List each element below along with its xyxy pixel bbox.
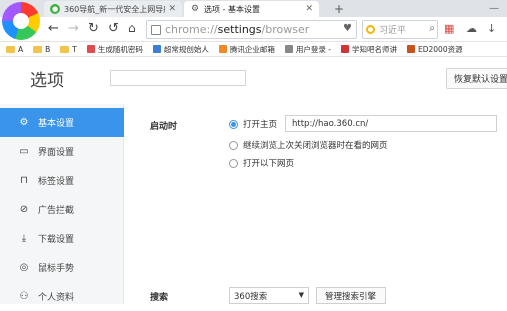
bookmark-founder[interactable]: 超常规创始人 [152, 44, 209, 55]
tab-strip: ● 360导航_新一代安全上网导航 ✕ ⚙ 选项 - 基本设置 ✕ + — [0, 0, 507, 17]
bookmark-favicon [284, 45, 293, 53]
back-icon[interactable]: ← [48, 21, 59, 36]
startup-option-pages[interactable]: 打开以下网页 [229, 157, 294, 169]
bookmarks-bar: A B T 生成随机密码 超常规创始人 腾讯企业邮箱 用户登录 - 学知吧名师讲… [0, 42, 507, 57]
sidebar-item-label: 下载设置 [38, 235, 75, 245]
tab-settings[interactable]: ⚙ 选项 - 基本设置 ✕ [184, 1, 319, 17]
new-tab-button[interactable]: + [334, 2, 344, 16]
tab-title: 360导航_新一代安全上网导航 [64, 4, 166, 14]
radio-label: 打开主页 [243, 120, 278, 130]
bookmark-tencent-mail[interactable]: 腾讯企业邮箱 [218, 44, 275, 55]
bookmark-label: 超常规创始人 [163, 44, 209, 54]
url-host: settings [217, 23, 262, 36]
page-title: 选项 [30, 71, 64, 91]
window-icon: ▭ [19, 146, 29, 157]
apps-icon[interactable]: ▦ [444, 22, 454, 35]
startup-section-label: 启动时 [150, 122, 178, 132]
download-icon: ⤓ [21, 233, 27, 244]
bookmark-label: T [72, 44, 77, 54]
home-icon[interactable]: ⌂ [128, 21, 136, 35]
search-placeholder: 习近平 [379, 26, 407, 36]
sidebar-item-profile[interactable]: ⚇ 个人资料 [0, 282, 124, 311]
folder-icon [60, 45, 70, 53]
radio-label: 打开以下网页 [243, 159, 295, 169]
bookmark-label: 腾讯企业邮箱 [229, 44, 275, 54]
sidebar-item-adblock[interactable]: ⊘ 广告拦截 [0, 195, 124, 224]
mouse-icon: ◎ [19, 262, 29, 273]
bookmark-xuezhiba[interactable]: 学知吧名师讲 [340, 44, 397, 55]
close-icon[interactable]: ✕ [305, 4, 313, 14]
browser-logo[interactable] [2, 2, 40, 40]
folder-icon [33, 45, 43, 53]
user-icon: ⚇ [19, 291, 29, 302]
sidebar-item-label: 广告拦截 [38, 206, 75, 216]
bookmark-label: B [45, 44, 51, 54]
download-icon[interactable]: ↓ [487, 22, 496, 35]
bookmark-folder-t[interactable]: T [60, 45, 77, 54]
toolbar: ← → ↻ ↺ ⌂ chrome://settings/browser ♥ 习近… [0, 17, 507, 42]
gear-icon: ⚙ [190, 4, 200, 14]
address-bar[interactable]: chrome://settings/browser ♥ [146, 20, 357, 39]
sidebar-item-label: 个人资料 [38, 293, 75, 303]
startup-option-continue[interactable]: 继续浏览上次关闭浏览器时在看的网页 [229, 139, 388, 151]
reload-icon[interactable]: ↻ [88, 21, 99, 36]
bookmark-favicon [406, 45, 415, 53]
radio-button[interactable] [229, 140, 238, 150]
search-icon[interactable]: ⌕ [429, 23, 435, 34]
bookmark-favicon [340, 45, 349, 53]
bookmark-label: 学知吧名师讲 [351, 44, 397, 54]
sidebar-item-mouse-gestures[interactable]: ◎ 鼠标手势 [0, 253, 124, 282]
bookmark-ed2000[interactable]: ED2000资源 [406, 44, 463, 55]
shield-icon[interactable]: ♥ [343, 23, 352, 34]
search-box[interactable]: 习近平 ⌕ [362, 20, 438, 39]
bookmark-label: A [18, 44, 24, 54]
folder-icon [6, 45, 15, 53]
sidebar-item-basic-settings[interactable]: ⚙ 基本设置 [0, 108, 124, 137]
tab-title: 选项 - 基本设置 [204, 4, 260, 14]
url-scheme: chrome:// [165, 23, 218, 36]
bookmark-label: ED2000资源 [417, 44, 463, 54]
bookmark-favicon [86, 45, 95, 53]
sidebar-item-downloads[interactable]: ⤓ 下载设置 [0, 224, 124, 253]
reset-defaults-button[interactable]: 恢复默认设置 [446, 68, 507, 89]
bookmark-favicon [218, 45, 227, 53]
bookmark-user-login[interactable]: 用户登录 - [284, 44, 331, 55]
page-icon [151, 24, 161, 35]
sidebar-item-label: 基本设置 [38, 119, 75, 129]
sidebar-item-interface[interactable]: ▭ 界面设置 [0, 137, 124, 166]
settings-search-input[interactable] [110, 70, 246, 86]
gear-icon: ⚙ [19, 117, 29, 128]
minimize-icon[interactable]: — [489, 3, 499, 14]
search-section-label: 搜索 [150, 293, 169, 303]
bookmark-folder-b[interactable]: B [33, 45, 50, 54]
homepage-url-input[interactable]: http://hao.360.cn/ [285, 115, 497, 132]
radio-button[interactable] [229, 158, 238, 168]
tab-icon: ⊓ [20, 175, 28, 186]
search-engine-icon [366, 25, 375, 34]
forward-icon[interactable]: → [68, 21, 79, 36]
tab-360-navigation[interactable]: ● 360导航_新一代安全上网导航 ✕ [44, 1, 182, 17]
radio-button[interactable] [229, 119, 238, 129]
bookmark-label: 用户登录 - [295, 44, 331, 54]
settings-sidebar: ⚙ 基本设置 ▭ 界面设置 ⊓ 标签设置 ⊘ 广告拦截 ⤓ 下载设置 ◎ 鼠标手… [0, 104, 124, 304]
url-path: /browser [261, 23, 310, 36]
cloud-icon[interactable]: ☁ [466, 22, 477, 35]
360-tab-icon: ● [50, 4, 60, 14]
undo-close-icon[interactable]: ↺ [108, 21, 119, 36]
radio-label: 继续浏览上次关闭浏览器时在看的网页 [243, 141, 388, 151]
bookmark-random-password[interactable]: 生成随机密码 [86, 44, 143, 55]
chevron-down-icon: ▼ [298, 291, 304, 299]
sidebar-item-label: 标签设置 [38, 177, 75, 187]
bookmark-label: 生成随机密码 [97, 44, 143, 54]
bookmark-folder-a[interactable]: A [6, 45, 23, 54]
bookmark-favicon [152, 45, 161, 53]
sidebar-item-tabs[interactable]: ⊓ 标签设置 [0, 166, 124, 195]
sidebar-item-label: 界面设置 [38, 148, 75, 158]
startup-option-homepage[interactable]: 打开主页 [229, 118, 277, 130]
close-icon[interactable]: ✕ [168, 4, 176, 14]
block-icon: ⊘ [19, 204, 29, 215]
sidebar-item-label: 鼠标手势 [38, 264, 75, 274]
